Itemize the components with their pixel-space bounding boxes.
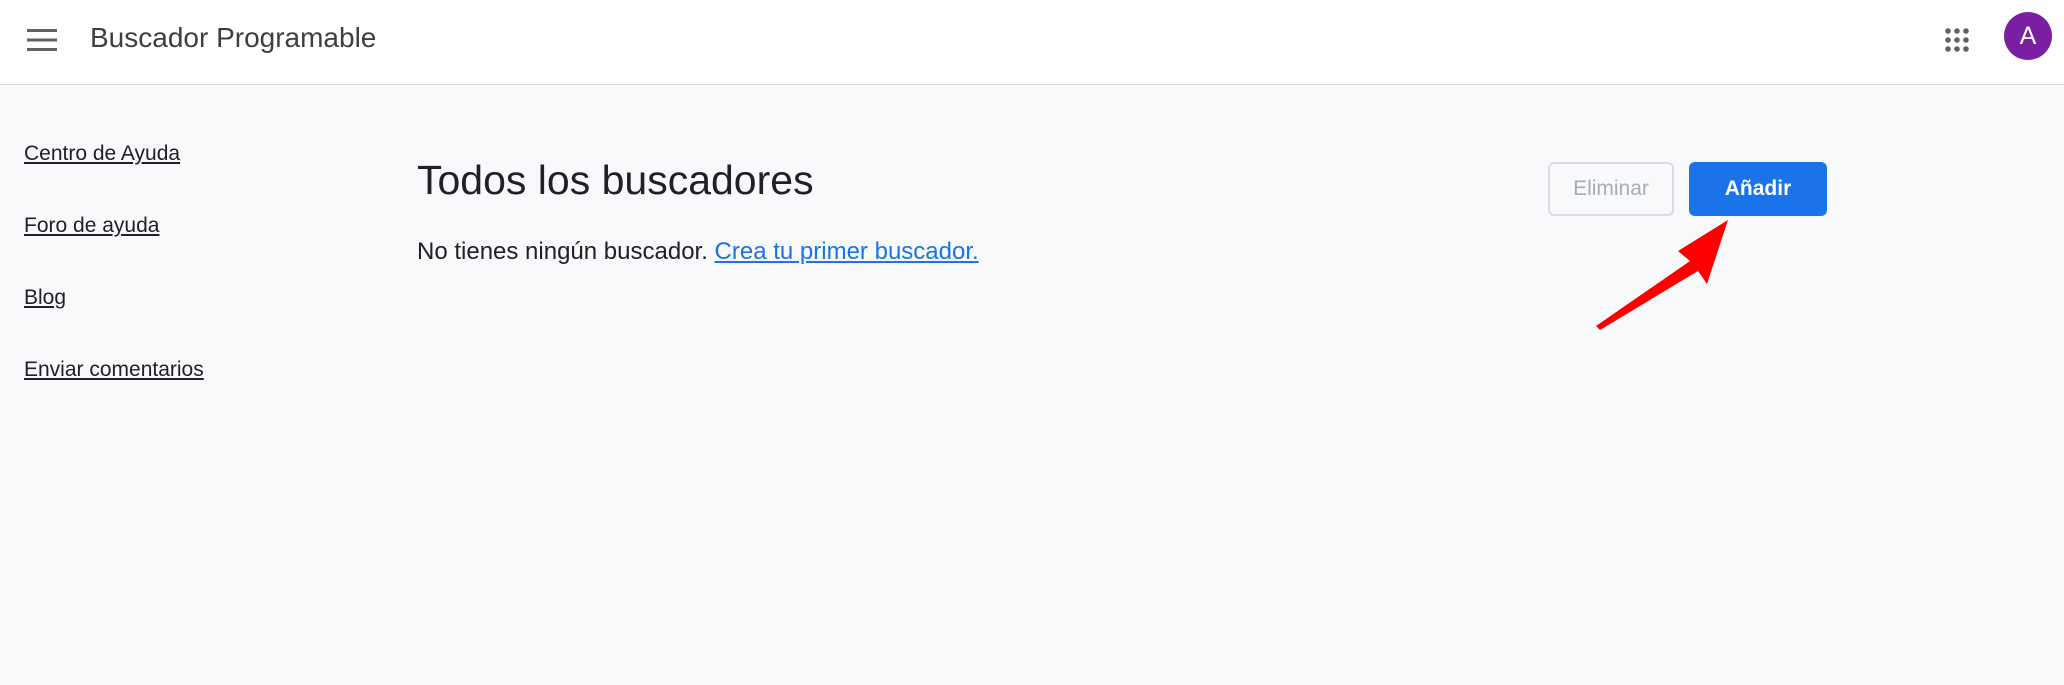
top-app-bar: Buscador Programable A (0, 0, 2064, 85)
add-button[interactable]: Añadir (1689, 162, 1827, 216)
sidebar-item-blog[interactable]: Blog (24, 284, 66, 312)
sidebar-item-help-forum[interactable]: Foro de ayuda (24, 212, 159, 240)
google-apps-button[interactable] (1929, 12, 1985, 68)
delete-button[interactable]: Eliminar (1548, 162, 1674, 216)
apps-grid-icon (1945, 28, 1969, 52)
account-avatar[interactable]: A (2004, 12, 2052, 60)
hamburger-menu-icon (27, 29, 57, 51)
main-menu-button[interactable] (16, 14, 68, 66)
sidebar-item-help-center[interactable]: Centro de Ayuda (24, 140, 180, 168)
empty-state-text: No tienes ningún buscador. (417, 238, 708, 265)
avatar-letter: A (2019, 22, 2037, 50)
create-first-engine-link[interactable]: Crea tu primer buscador. (715, 238, 979, 265)
annotation-arrow-icon (1596, 220, 1728, 330)
page-title: Todos los buscadores (417, 157, 814, 203)
empty-state-message: No tienes ningún buscador. Crea tu prime… (417, 236, 979, 268)
app-title: Buscador Programable (90, 22, 377, 53)
sidebar-item-send-feedback[interactable]: Enviar comentarios (24, 356, 204, 384)
